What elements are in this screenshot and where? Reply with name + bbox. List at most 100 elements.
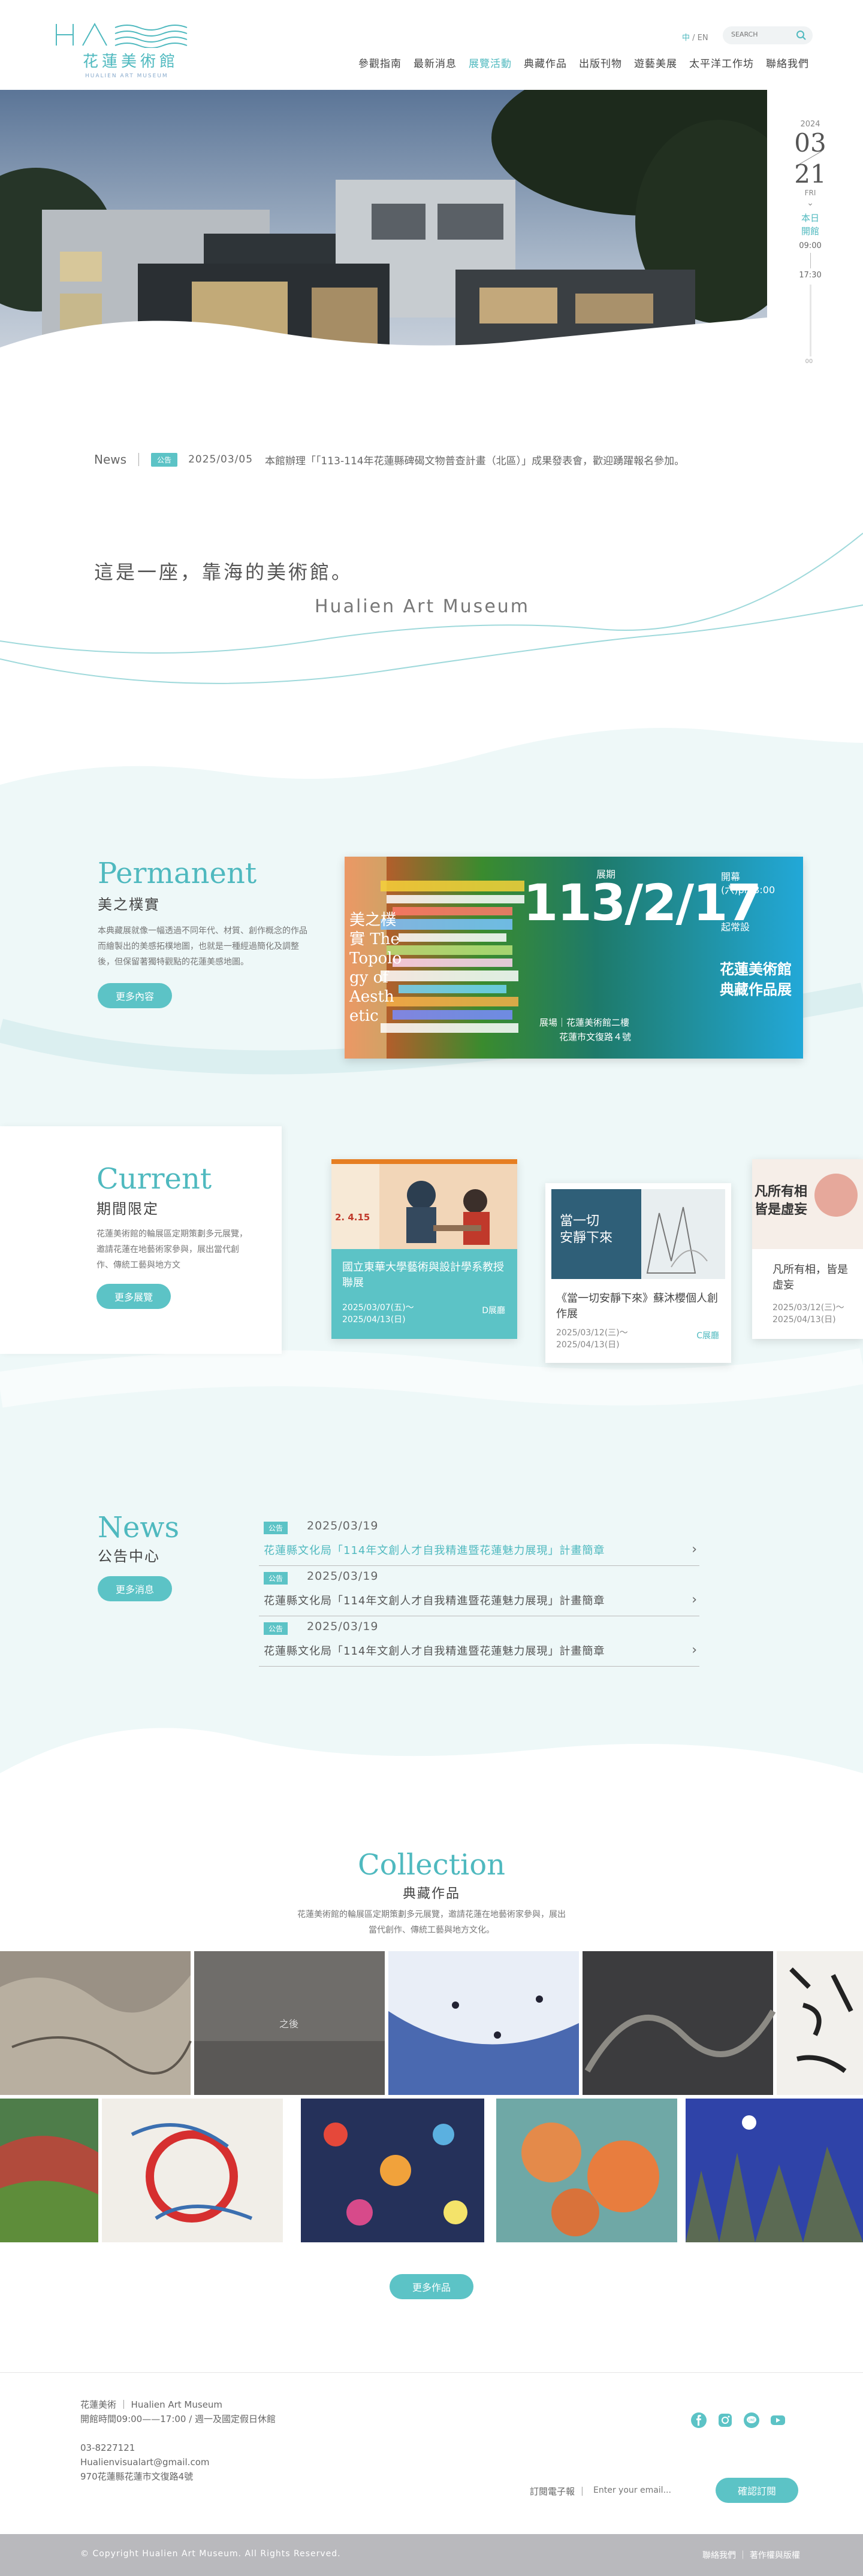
card-location: C展廳: [696, 1331, 719, 1341]
news-section: News 公告中心 更多消息: [98, 1511, 248, 1601]
footer-email[interactable]: Hualienvisualart@gmail.com: [80, 2455, 276, 2469]
search-input[interactable]: [731, 31, 791, 38]
news-more-button[interactable]: 更多消息: [98, 1576, 173, 1601]
subscribe-email-input[interactable]: [593, 2480, 713, 2501]
collection-gallery-row-2[interactable]: [0, 2099, 863, 2242]
collection-gallery-row-1[interactable]: [0, 1951, 863, 2095]
close-time: 17:30: [799, 271, 822, 280]
card-date: 2025/03/12(三)～ 2025/04/13(日): [773, 1303, 844, 1325]
collection-more-button[interactable]: 更多作品: [390, 2274, 473, 2299]
chevron-right-icon: ›: [692, 1592, 697, 1607]
current-title-en: Current: [96, 1162, 212, 1196]
nav-latest-news[interactable]: 最新消息: [408, 55, 463, 70]
news-title[interactable]: 花蓮縣文化局「114年文創人才自我精進暨花蓮魅力展現」計畫簡章: [264, 1643, 605, 1658]
poster-title1: 花蓮美術館: [720, 961, 792, 978]
search-box: [723, 26, 813, 44]
poster-venue1: 展場｜花蓮美術館二樓: [539, 1017, 630, 1028]
collection-title-cn: 典藏作品: [402, 1886, 460, 1901]
news-date: 2025/03/19: [307, 1620, 379, 1633]
card-image-text: 當一切 安靜下來: [560, 1214, 613, 1245]
search-icon[interactable]: [796, 30, 807, 41]
artwork-thumb: [388, 1951, 579, 2095]
artwork-thumb: [0, 1951, 192, 2095]
hero-banner: [0, 90, 767, 395]
logo-chinese-name: 花蓮美術館: [83, 53, 179, 71]
ticker-label: News: [94, 452, 127, 467]
permanent-more-button[interactable]: 更多內容: [98, 983, 173, 1008]
ticker-divider: [138, 453, 140, 466]
artwork-thumb: [102, 2099, 283, 2242]
permanent-description: 本典藏展就像一幅透過不同年代、材質、創作概念的作品而繪製出的美感拓樸地圖，也就是…: [98, 926, 307, 967]
news-ticker[interactable]: News 公告 2025/03/05 本館辦理「「113-114年花蓮縣碑碣文物…: [94, 451, 813, 468]
news-list-item[interactable]: 公告 2025/03/19 花蓮縣文化局「114年文創人才自我精進暨花蓮魅力展現…: [259, 1616, 699, 1667]
copyright-bar: © Copyright Hualien Art Museum. All Righ…: [0, 2534, 863, 2576]
collection-desc-line2: 當代創作、傳統工藝與地方文化。: [369, 1925, 494, 1935]
collection-title-en: Collection: [357, 1848, 506, 1882]
current-title-cn: 期間限定: [96, 1201, 159, 1217]
hero-building-image: [0, 90, 767, 395]
news-tag: 公告: [264, 1572, 288, 1585]
footer-hours: 開館時間09:00——17:00 / 週一及國定假日休館: [80, 2414, 276, 2424]
artwork-thumb-caption: 之後: [279, 2018, 299, 2030]
permanent-title-en: Permanent: [98, 857, 257, 890]
footer-phone: 03-8227121: [80, 2442, 135, 2453]
logo-mark-icon: [56, 22, 188, 48]
tagline-english: Hualien Art Museum: [315, 596, 530, 617]
youtube-icon[interactable]: [770, 2412, 786, 2429]
exhibition-card[interactable]: 當一切 安靜下來 《當一切安靜下來》蘇沐櫻個人創作展 2025/03/12(三)…: [545, 1183, 731, 1363]
ticker-date: 2025/03/05: [188, 453, 254, 465]
nav-contact[interactable]: 聯絡我們: [760, 55, 815, 70]
lang-en-link[interactable]: EN: [698, 34, 708, 43]
poster-venue2: 花蓮市文復路４號: [559, 1032, 632, 1042]
decorative-waves: [0, 533, 863, 684]
ticker-text[interactable]: 本館辦理「「113-114年花蓮縣碑碣文物普查計畫（北區）」成果發表會，歡迎踴躍…: [265, 452, 684, 467]
chevron-right-icon: ›: [692, 1542, 697, 1557]
artwork-thumb: [777, 1951, 863, 2095]
nav-exhibitions[interactable]: 展覽活動: [463, 55, 518, 70]
date-year: 2024: [800, 120, 820, 129]
lang-separator: /: [690, 34, 698, 43]
exhibition-card[interactable]: 凡所有相 皆是虛妄 凡所有相，皆是虛妄 2025/03/12(三)～ 2025/…: [752, 1159, 863, 1339]
news-title[interactable]: 花蓮縣文化局「114年文創人才自我精進暨花蓮魅力展現」計畫簡章: [264, 1592, 605, 1608]
exhibition-card[interactable]: 2. 4.15 國立東華大學藝術與設計學系教授聯展 2025/03/07(五)～…: [331, 1159, 517, 1339]
artwork-thumb: [583, 1951, 776, 2095]
current-section: Current 期間限定 花蓮美術館的輪展區定期策劃多元展覽，邀請花蓮在地藝術家…: [96, 1162, 258, 1309]
news-title[interactable]: 花蓮縣文化局「114年文創人才自我精進暨花蓮魅力展現」計畫簡章: [264, 1542, 605, 1558]
nav-collection[interactable]: 典藏作品: [518, 55, 573, 70]
nav-visit-guide[interactable]: 參觀指南: [352, 55, 408, 70]
line-icon[interactable]: LINE: [743, 2412, 760, 2429]
footer-links[interactable]: 聯絡我們 ｜ 著作權與版權: [702, 2549, 800, 2561]
artwork-thumb: [301, 2099, 484, 2242]
poster-side2: (六)pm3:00: [721, 884, 776, 896]
news-title-en: News: [98, 1511, 180, 1544]
subscribe-button[interactable]: 確認訂閱: [716, 2478, 798, 2503]
poster-left-text: 美之樸實 The Topology of Aesthetic: [349, 911, 402, 1025]
instagram-icon[interactable]: [717, 2412, 734, 2429]
permanent-poster[interactable]: 美之樸實 The Topology of Aesthetic 展期 113/2/…: [345, 857, 803, 1059]
card-location: D展廳: [482, 1306, 505, 1316]
lang-zh-link[interactable]: 中: [682, 34, 690, 43]
news-list-item[interactable]: 公告 2025/03/19 花蓮縣文化局「114年文創人才自我精進暨花蓮魅力展現…: [259, 1566, 699, 1616]
artwork-thumb: [0, 2099, 98, 2242]
site-logo[interactable]: 花蓮美術館 HUALIEN ART MUSEUM: [55, 22, 193, 79]
main-nav: 參觀指南 最新消息 展覽活動 典藏作品 出版刊物 遊藝美展 太平洋工作坊 聯絡我…: [312, 55, 815, 70]
date-day: 21: [794, 159, 826, 189]
site-footer: 花蓮美術 ｜ Hualien Art Museum 開館時間09:00——17:…: [0, 2372, 863, 2534]
date-month: 03: [794, 128, 826, 158]
permanent-section: Permanent 美之樸實 本典藏展就像一幅透過不同年代、材質、創作概念的作品…: [98, 857, 337, 1008]
news-tag: 公告: [264, 1522, 288, 1534]
logo-english-name: HUALIEN ART MUSEUM: [85, 73, 168, 79]
nav-pacific-workshop[interactable]: 太平洋工作坊: [683, 55, 760, 70]
card-date: 2025/03/12(三)～ 2025/04/13(日): [556, 1328, 628, 1350]
footer-museum-name: 花蓮美術 ｜ Hualien Art Museum: [80, 2399, 223, 2410]
tagline-chinese: 這是一座，靠海的美術館。: [94, 561, 354, 583]
card-title: 《當一切安靜下來》蘇沐櫻個人創作展: [556, 1292, 718, 1320]
chevron-down-icon: ⌄: [807, 198, 814, 208]
facebook-icon[interactable]: [690, 2412, 707, 2429]
news-date: 2025/03/19: [307, 1570, 379, 1583]
news-list-item[interactable]: 公告 2025/03/19 花蓮縣文化局「114年文創人才自我精進暨花蓮魅力展現…: [259, 1516, 699, 1566]
nav-publications[interactable]: 出版刊物: [573, 55, 628, 70]
current-description: 花蓮美術館的輪展區定期策劃多元展覽，邀請花蓮在地藝術家參與，展出當代創作、傳統工…: [96, 1229, 248, 1270]
current-more-button[interactable]: 更多展覽: [96, 1284, 171, 1309]
nav-art-exhibition[interactable]: 遊藝美展: [628, 55, 683, 70]
